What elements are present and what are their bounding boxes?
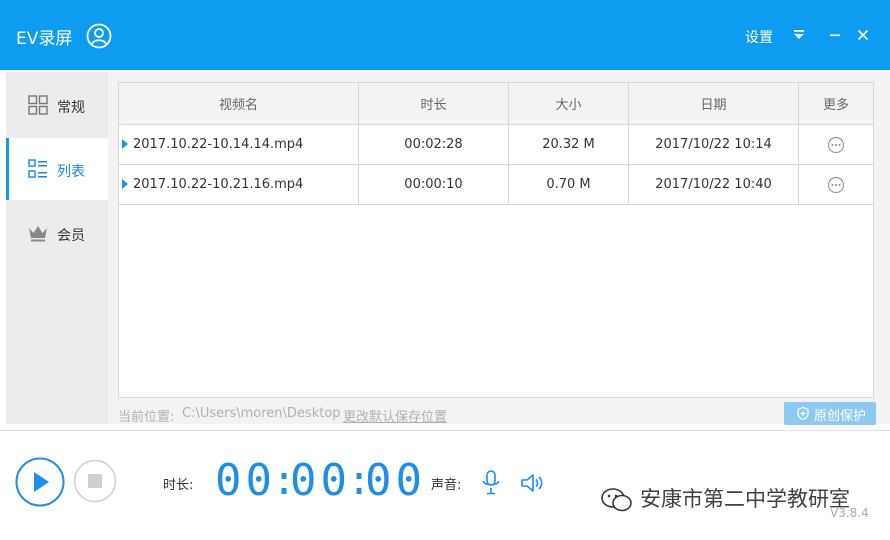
table-row[interactable]: 2017.10.22-10.14.14.mp4 00:02:28 20.32 M…: [119, 125, 873, 165]
list-icon: [28, 159, 47, 178]
change-save-location-link[interactable]: 更改默认保存位置: [343, 406, 447, 425]
app-window: EV录屏 设置 常规 列表 会员 视频名 时长 大小 日期 更多 2017.10…: [0, 0, 890, 540]
microphone-icon[interactable]: [481, 470, 501, 496]
crown-icon: [29, 226, 47, 242]
cell-filename: 2017.10.22-10.21.16.mp4: [119, 165, 359, 204]
location-path: C:\Users\moren\Desktop: [182, 406, 341, 421]
cell-duration: 00:02:28: [359, 125, 509, 164]
title-bar[interactable]: EV录屏 设置: [0, 0, 890, 70]
sidebar-item-member[interactable]: 会员: [6, 202, 108, 264]
column-header-duration[interactable]: 时长: [359, 83, 509, 124]
timer-hours: 00: [215, 455, 276, 506]
table-header: 视频名 时长 大小 日期 更多: [119, 83, 873, 125]
column-header-date[interactable]: 日期: [629, 83, 799, 124]
cell-more: [799, 165, 873, 204]
speaker-icon[interactable]: [520, 472, 544, 494]
more-options-icon[interactable]: [827, 136, 845, 154]
minimize-icon[interactable]: [828, 28, 842, 42]
settings-button[interactable]: 设置: [745, 27, 773, 47]
column-header-name[interactable]: 视频名: [119, 83, 359, 124]
cell-more: [799, 125, 873, 164]
cell-date: 2017/10/22 10:14: [629, 125, 799, 164]
table-row[interactable]: 2017.10.22-10.21.16.mp4 00:00:10 0.70 M …: [119, 165, 873, 205]
column-header-more: 更多: [822, 98, 849, 113]
cell-filename: 2017.10.22-10.14.14.mp4: [119, 125, 359, 164]
more-options-icon[interactable]: [827, 176, 845, 194]
protect-button-label: 原创保护: [814, 409, 867, 424]
stop-button[interactable]: [73, 459, 117, 503]
cell-duration: 00:00:10: [359, 165, 509, 204]
dropdown-menu-icon[interactable]: [792, 29, 806, 41]
timer-minutes: 00: [290, 455, 351, 506]
sidebar-item-label: 列表: [57, 164, 85, 180]
location-label: 当前位置:: [118, 410, 175, 425]
sidebar-item-label: 会员: [57, 228, 85, 244]
cell-size: 0.70 M: [509, 165, 629, 204]
duration-label: 时长:: [163, 478, 194, 493]
column-header-size[interactable]: 大小: [509, 83, 629, 124]
sidebar-item-list[interactable]: 列表: [6, 138, 108, 200]
watermark-text: 安康市第二中学教研室: [640, 487, 850, 511]
sidebar-item-general[interactable]: 常规: [6, 74, 108, 136]
grid-icon: [28, 95, 48, 115]
sidebar: 常规 列表 会员: [6, 72, 108, 424]
app-title: EV录屏: [16, 29, 73, 49]
cell-date: 2017/10/22 10:40: [629, 165, 799, 204]
sound-label: 声音:: [431, 478, 462, 493]
close-icon[interactable]: [856, 28, 870, 42]
cell-size: 20.32 M: [509, 125, 629, 164]
play-record-button[interactable]: [15, 457, 65, 507]
original-protection-button[interactable]: 原创保护: [784, 402, 876, 425]
sidebar-item-label: 常规: [57, 100, 85, 116]
recordings-table: 视频名 时长 大小 日期 更多 2017.10.22-10.14.14.mp4 …: [118, 82, 874, 398]
timer-seconds: 00: [365, 455, 426, 506]
divider: [0, 430, 890, 431]
wechat-watermark-icon: [601, 488, 632, 512]
shield-icon: [797, 407, 809, 420]
user-account-icon[interactable]: [86, 23, 112, 49]
